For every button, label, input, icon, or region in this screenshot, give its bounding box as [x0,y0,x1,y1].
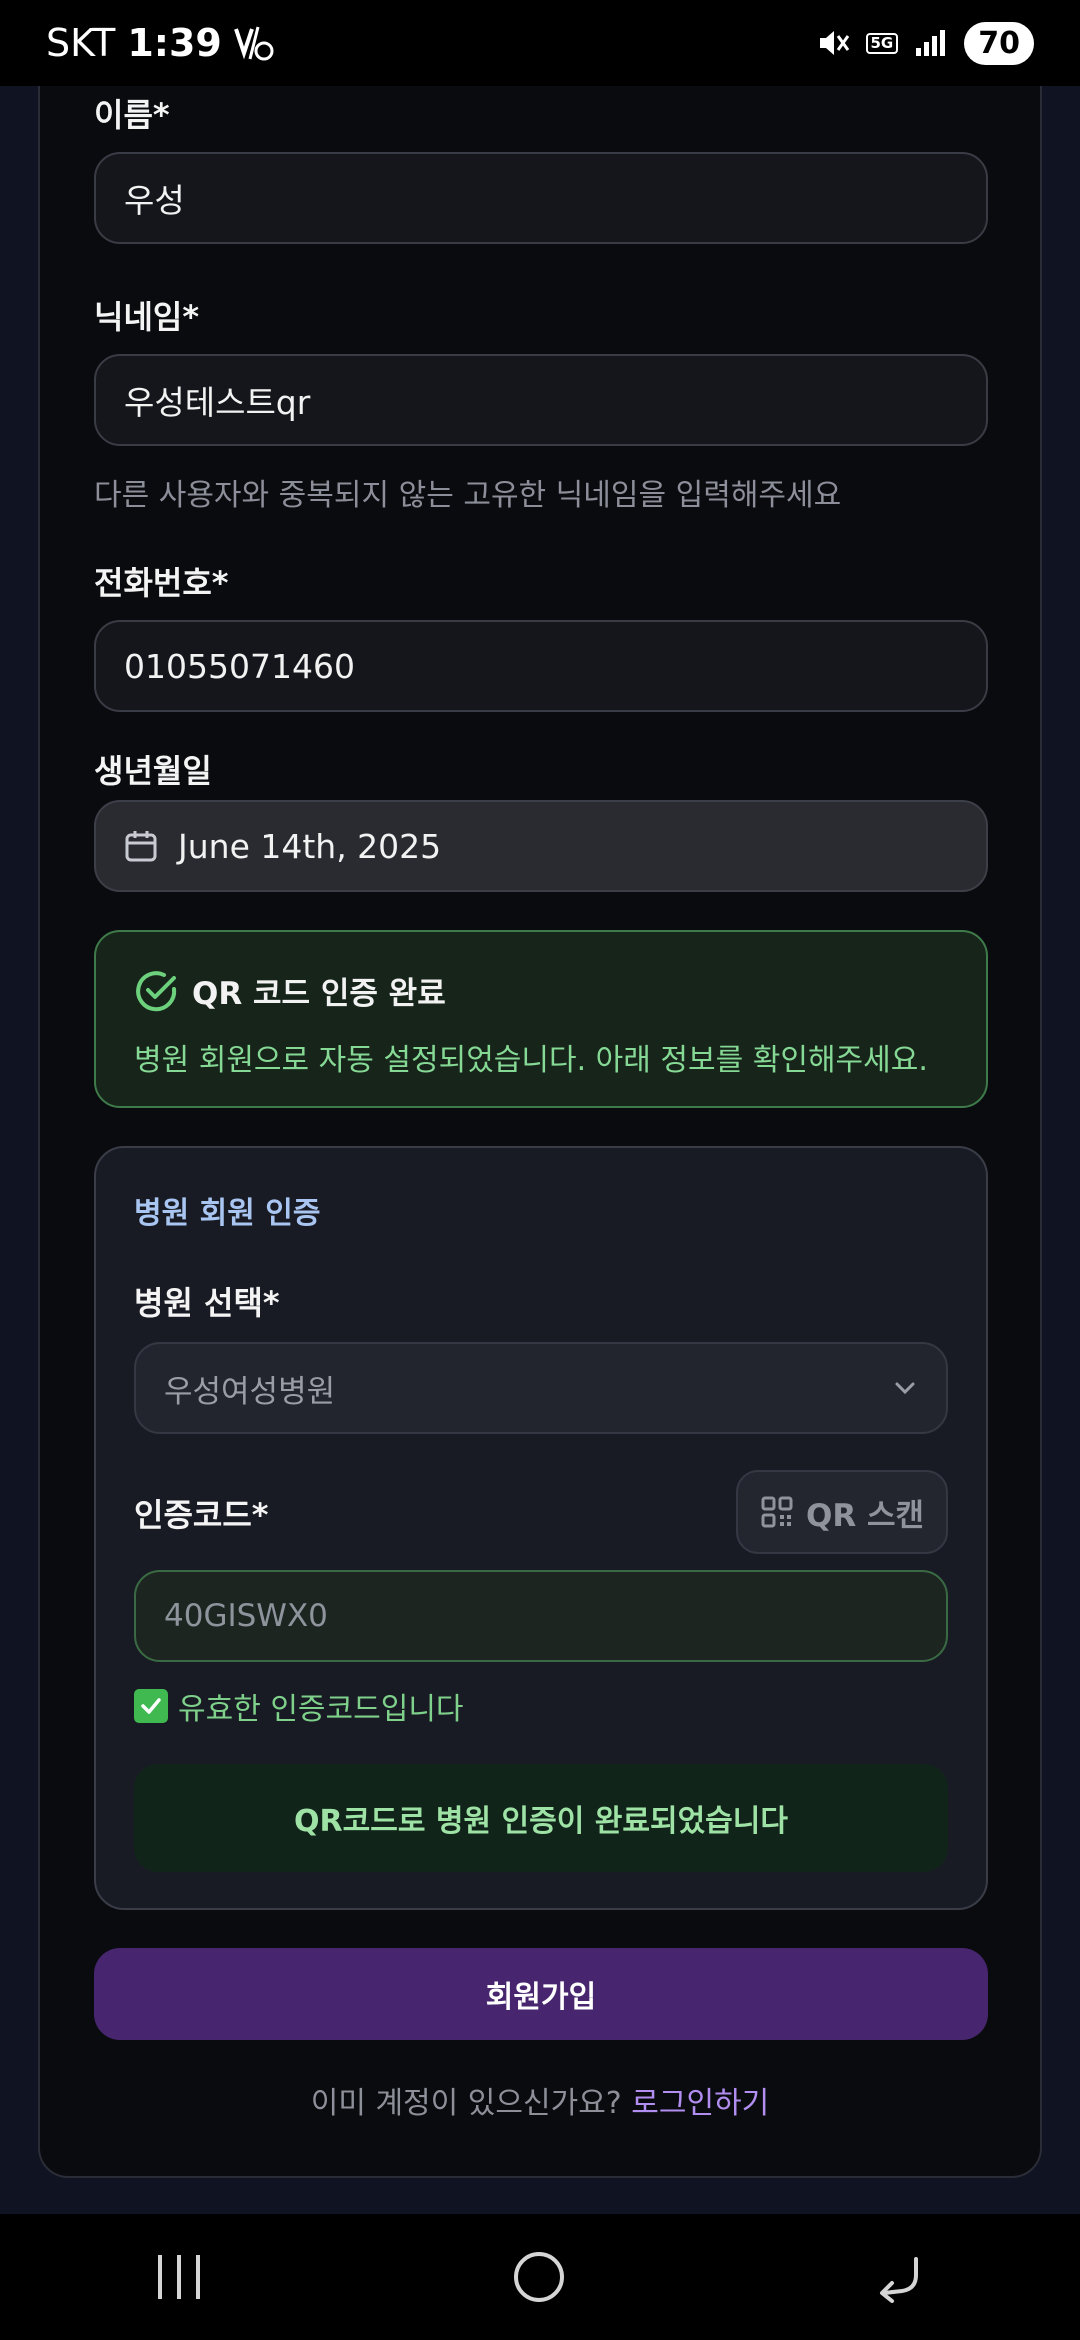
hospital-select-label: 병원 선택* [134,1284,280,1322]
qr-scan-button[interactable]: QR 스캔 [736,1470,948,1554]
system-nav-bar [0,2214,1080,2340]
code-valid-text: 유효한 인증코드입니다 [178,1692,464,1727]
birthdate-value: June 14th, 2025 [178,826,442,866]
status-bar: SKT 1:39 5G 70 [0,0,1080,86]
phone-value: 01055071460 [124,646,355,686]
phone-field[interactable]: 01055071460 [94,620,988,712]
hospital-auth-title: 병원 회원 인증 [134,1196,321,1231]
hospital-auth-card: 병원 회원 인증 병원 선택* 우성여성병원 인증코드* QR 스캔 40GIS… [94,1146,988,1910]
check-box-icon [134,1689,168,1723]
chevron-down-icon [895,1382,915,1395]
qr-scan-label: QR 스캔 [805,1497,925,1534]
network-badge: 5G [865,32,899,54]
name-field[interactable]: 우성 [94,152,988,244]
clock: 1:39 [127,21,222,65]
phone-label: 전화번호* [94,564,229,602]
qr-verified-description: 병원 회원으로 자동 설정되었습니다. 아래 정보를 확인해주세요. [134,1043,928,1078]
name-label: 이름* [94,96,170,134]
signal-icon [916,30,946,56]
hospital-select-value: 우성여성병원 [164,1373,336,1410]
nickname-helper-text: 다른 사용자와 중복되지 않는 고유한 닉네임을 입력해주세요 [94,478,842,513]
qr-code-icon [761,1496,793,1528]
hospital-select[interactable]: 우성여성병원 [134,1342,948,1434]
code-valid-message: 유효한 인증코드입니다 [134,1684,464,1728]
qr-verified-alert: QR 코드 인증 완료 병원 회원으로 자동 설정되었습니다. 아래 정보를 확… [94,930,988,1108]
recent-apps-icon[interactable] [154,2251,204,2303]
login-prompt: 이미 계정이 있으신가요? 로그인하기 [0,2078,1080,2122]
nickname-value: 우성테스트qr [124,383,311,422]
mute-icon [819,31,849,55]
home-icon[interactable] [511,2249,567,2305]
check-circle-icon [136,970,177,1011]
qr-verified-title: QR 코드 인증 완료 [192,976,446,1012]
vowifi-icon [233,26,274,61]
signup-button[interactable]: 회원가입 [94,1948,988,2040]
back-icon[interactable] [874,2251,926,2303]
battery-indicator: 70 [964,21,1034,65]
nickname-label: 닉네임* [94,298,200,336]
auth-code-input[interactable]: 40GISWX0 [134,1570,948,1662]
birthdate-label: 생년월일 [94,752,212,790]
calendar-icon [125,831,157,862]
auth-code-label: 인증코드* [134,1496,269,1534]
hospital-auth-complete-banner: QR코드로 병원 인증이 완료되었습니다 [134,1764,948,1872]
carrier-label: SKT [46,21,116,65]
birthdate-picker[interactable]: June 14th, 2025 [94,800,988,892]
auth-code-value: 40GISWX0 [164,1598,328,1634]
login-prompt-text: 이미 계정이 있으신가요? [310,2086,622,2121]
nickname-field[interactable]: 우성테스트qr [94,354,988,446]
name-value: 우성 [124,181,185,220]
login-link[interactable]: 로그인하기 [631,2086,769,2121]
